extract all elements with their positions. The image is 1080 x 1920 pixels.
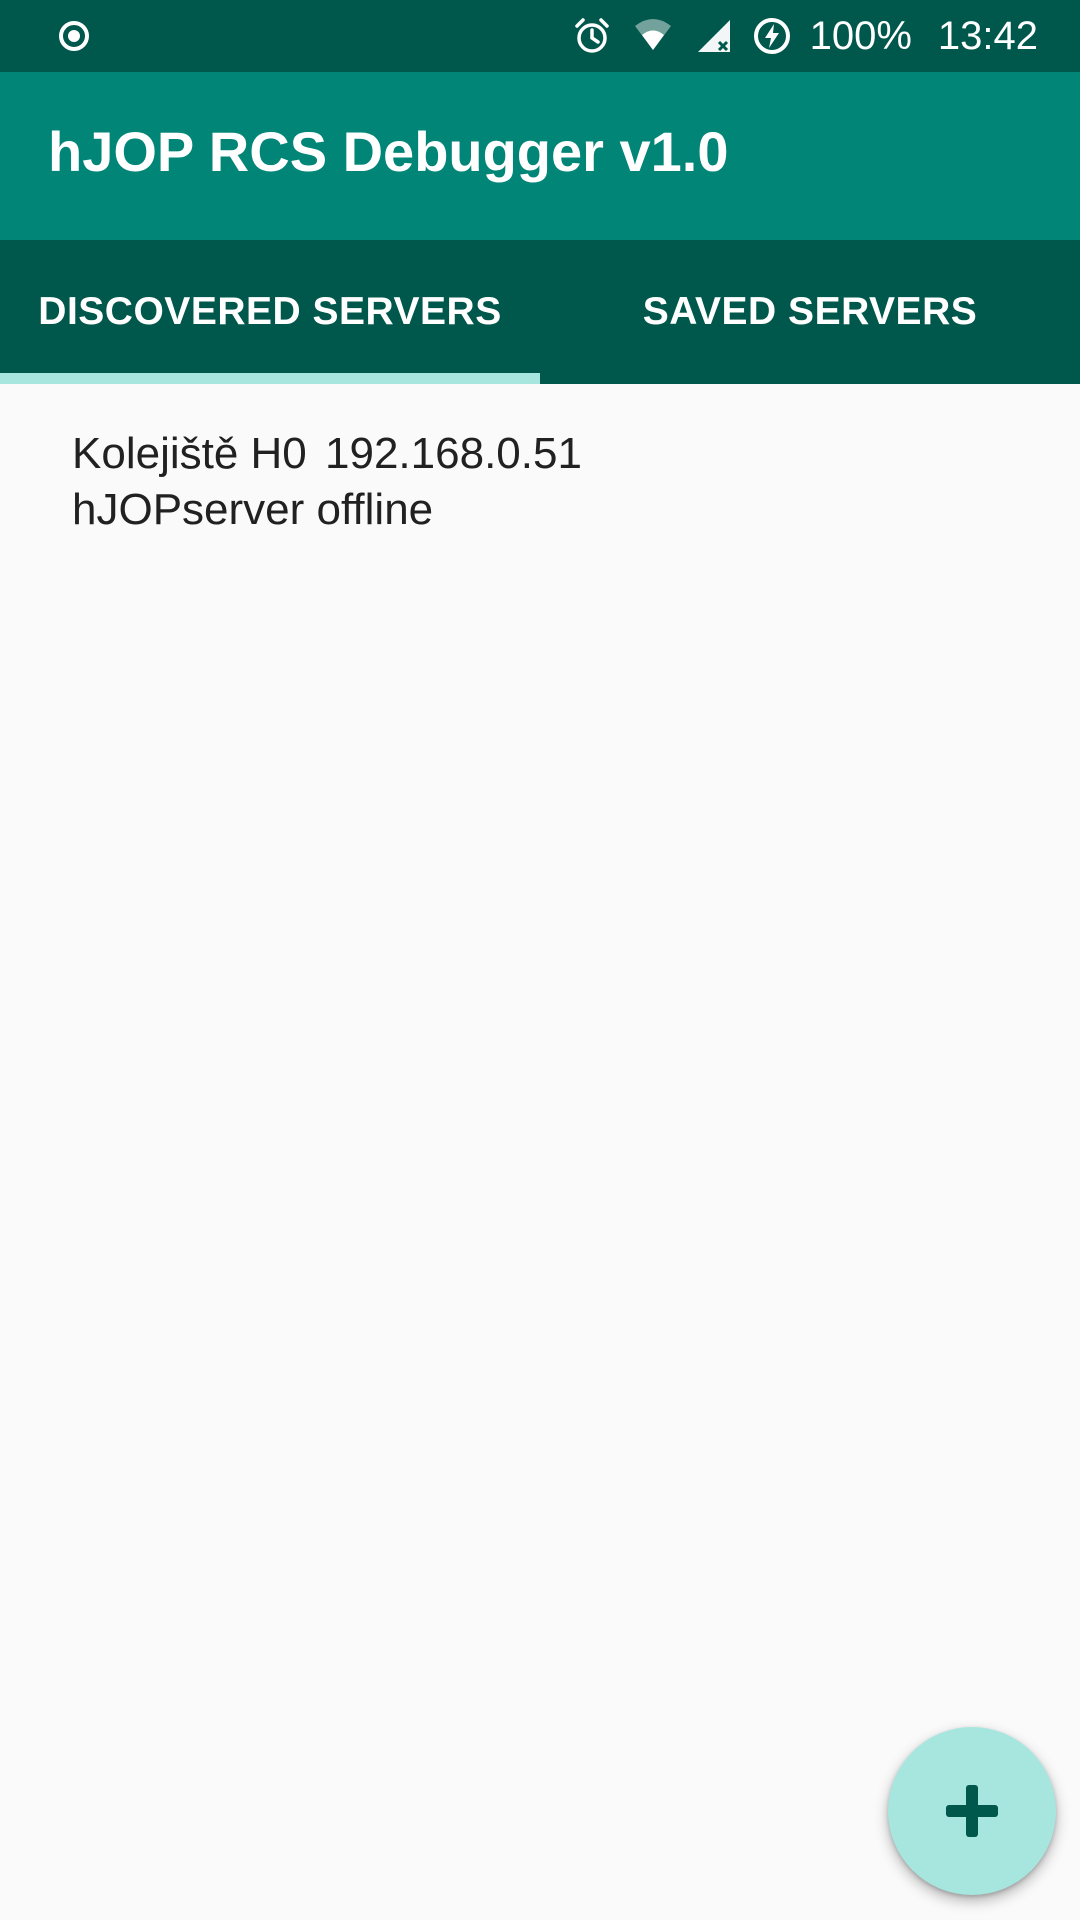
status-icons: 100% 13:42 [572,0,1080,72]
tab-saved-servers[interactable]: SAVED SERVERS [540,240,1080,384]
alarm-icon [574,18,609,53]
server-list: Kolejiště H0 192.168.0.51 hJOPserver off… [0,384,1080,552]
tab-indicator [0,373,540,384]
server-name: Kolejiště H0 [72,429,307,478]
record-icon [59,21,89,51]
server-ip: 192.168.0.51 [325,429,582,478]
add-server-button[interactable] [888,1727,1056,1895]
status-bar: 100% 13:42 [0,0,1080,72]
cell-signal-icon [697,20,730,52]
plus-icon [946,1785,998,1837]
app-title: hJOP RCS Debugger v1.0 [48,120,729,183]
server-title-line: Kolejiště H0 192.168.0.51 [72,426,1008,482]
battery-charging-icon [753,18,790,54]
battery-percentage: 100% [809,14,912,58]
server-subtitle-line: hJOPserver offline [72,482,1008,538]
wifi-icon [634,19,671,50]
clock: 13:42 [937,14,1038,58]
tab-bar: DISCOVERED SERVERS SAVED SERVERS [0,240,1080,384]
tab-discovered-servers[interactable]: DISCOVERED SERVERS [0,240,540,384]
app-bar: hJOP RCS Debugger v1.0 [0,72,1080,240]
server-type: hJOPserver [72,485,305,534]
server-status: offline [316,485,434,534]
list-item[interactable]: Kolejiště H0 192.168.0.51 hJOPserver off… [0,384,1080,552]
